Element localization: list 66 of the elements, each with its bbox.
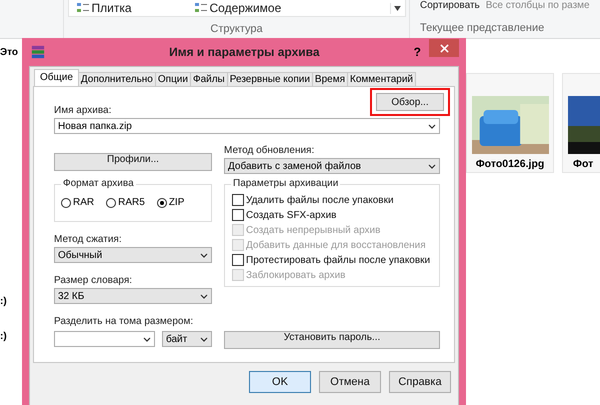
chevron-icon — [200, 294, 208, 298]
chevron-icon — [200, 252, 208, 258]
caret-icon — [394, 6, 401, 10]
file-name: Фото0126.jpg — [476, 158, 544, 170]
checkbox-option[interactable]: Протестировать файлы после упаковки — [232, 254, 433, 266]
chevron-icon — [428, 124, 436, 128]
chevron-icon — [428, 164, 436, 168]
layout-option[interactable]: Содержимое — [194, 1, 304, 15]
field-label: Метод сжатия: — [54, 234, 123, 245]
radio-button[interactable] — [61, 198, 71, 208]
view-icon — [76, 2, 88, 14]
nav-item[interactable]: :) — [0, 331, 18, 342]
field-label: Имя архива: — [54, 105, 112, 116]
radio-option[interactable]: RAR — [61, 197, 94, 208]
layout-option[interactable]: Плитка — [76, 1, 186, 15]
radio-button[interactable] — [156, 198, 167, 208]
checkbox[interactable] — [232, 254, 244, 266]
tab[interactable]: Время — [312, 72, 348, 86]
chevron-icon — [143, 336, 151, 342]
close-icon — [440, 44, 448, 52]
nav-item[interactable]: Это — [0, 47, 18, 58]
file-name: Фот — [573, 158, 594, 170]
file-tile[interactable]: Фото0126.jpg — [466, 73, 554, 173]
group-title: Параметры архивации — [231, 178, 340, 189]
tab[interactable]: Файлы — [190, 72, 228, 86]
archive-name-combo[interactable]: Новая папка.zip — [54, 118, 440, 134]
dialog-button[interactable]: OK — [249, 371, 311, 393]
dictionary-combo[interactable]: 32 КБ — [54, 288, 212, 304]
window-title: Имя и параметры архива — [168, 45, 321, 59]
chevron-icon — [200, 336, 208, 342]
checkbox[interactable] — [232, 194, 244, 206]
unit-combo[interactable]: байт — [162, 331, 212, 347]
checkbox-option[interactable]: Создать SFX-архив — [232, 209, 433, 221]
view-icon — [194, 2, 206, 14]
profiles-button[interactable]: Профили... — [54, 153, 212, 171]
field-label: Метод обновления: — [224, 145, 316, 156]
checkbox-option: Создать непрерывный архив — [232, 224, 433, 236]
set-password-button[interactable]: Установить пароль... — [224, 331, 440, 349]
field-label: Разделить на тома размером: — [54, 316, 194, 327]
dialog-button[interactable]: Отмена — [319, 371, 381, 393]
tab[interactable]: Опции — [154, 72, 191, 86]
books-icon — [31, 45, 45, 59]
file-tile[interactable]: Фот — [562, 73, 600, 173]
tab[interactable]: Комментарий — [347, 72, 416, 86]
dialog-button[interactable]: Справка — [389, 371, 451, 393]
sort-button[interactable]: Сортировать — [420, 0, 480, 11]
radio-option[interactable]: RAR5 — [106, 197, 145, 208]
tab[interactable]: Резервные копии — [226, 72, 313, 86]
help-button[interactable]: ? — [414, 45, 421, 59]
group-label: Структура — [210, 23, 263, 35]
tab[interactable]: Общие — [34, 69, 79, 86]
radio-button[interactable] — [106, 198, 116, 208]
update-method-combo[interactable]: Добавить с заменой файлов — [224, 158, 440, 174]
browse-button[interactable]: Обзор... — [376, 93, 444, 111]
compression-combo[interactable]: Обычный — [54, 247, 212, 263]
checkbox[interactable] — [232, 209, 244, 221]
group-title: Формат архива — [61, 178, 136, 189]
checkbox-option: Добавить данные для восстановления — [232, 239, 433, 251]
close-button[interactable] — [429, 39, 459, 57]
tab[interactable]: Дополнительно — [78, 72, 156, 86]
field-label: Размер словаря: — [54, 275, 134, 286]
nav-item[interactable]: :) — [0, 296, 18, 307]
radio-option[interactable]: ZIP — [156, 197, 184, 208]
group-label: Текущее представление — [420, 22, 546, 34]
checkbox-option: Заблокировать архив — [232, 269, 433, 281]
checkbox-option[interactable]: Удалить файлы после упаковки — [232, 194, 433, 206]
